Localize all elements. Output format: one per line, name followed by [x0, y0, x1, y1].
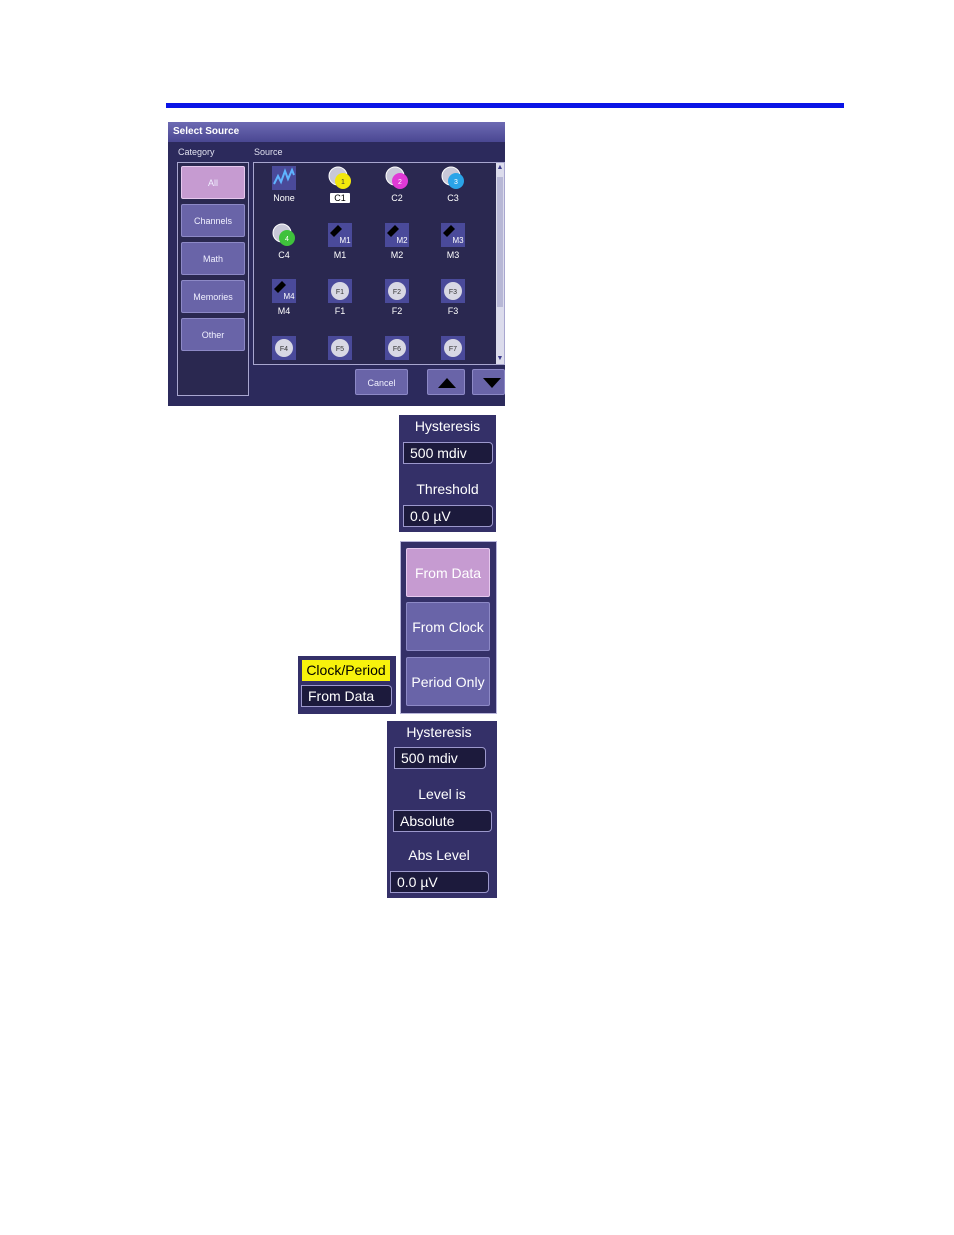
abs-level-label: Abs Level [408, 847, 470, 863]
hysteresis-field[interactable]: 500 mdiv [394, 747, 486, 769]
category-channels-button[interactable]: Channels [181, 204, 245, 237]
source-scrollbar[interactable]: ▲ ▼ [496, 163, 504, 364]
source-f7[interactable]: F7 [429, 334, 477, 364]
header-rule [166, 103, 844, 108]
memory-icon: M1 [328, 223, 352, 247]
source-c1[interactable]: 1 C1 [316, 164, 364, 208]
source-f1[interactable]: F1 F1 [316, 277, 364, 321]
dialog-title: Select Source [168, 122, 505, 142]
waveform-icon [272, 166, 296, 190]
source-m3[interactable]: M3 M3 [429, 221, 477, 265]
source-label: Source [254, 147, 283, 157]
svg-text:M3: M3 [452, 236, 464, 245]
hysteresis-field[interactable]: 500 mdiv [403, 442, 493, 464]
function-icon: F1 [328, 279, 352, 303]
clock-period-panel: Clock/Period From Data [298, 656, 396, 714]
page-down-button[interactable] [472, 369, 505, 395]
svg-text:F6: F6 [393, 346, 401, 353]
hysteresis-threshold-panel: Hysteresis 500 mdiv Threshold 0.0 µV [399, 415, 496, 532]
threshold-label: Threshold [416, 481, 479, 497]
source-c4[interactable]: 4 C4 [260, 221, 308, 265]
category-all-button[interactable]: All [181, 166, 245, 199]
hysteresis-label: Hysteresis [406, 724, 472, 740]
cancel-button[interactable]: Cancel [355, 369, 408, 395]
source-m1[interactable]: M1 M1 [316, 221, 364, 265]
level-is-label: Level is [418, 786, 466, 802]
source-m2[interactable]: M2 M2 [373, 221, 421, 265]
category-memories-button[interactable]: Memories [181, 280, 245, 313]
clock-period-label: Clock/Period [302, 660, 390, 681]
svg-text:F1: F1 [336, 289, 344, 296]
source-none[interactable]: None [260, 164, 308, 208]
channel-probe-icon: 3 [441, 166, 464, 189]
source-c3[interactable]: 3 C3 [429, 164, 477, 208]
channel-probe-icon: 1 [328, 166, 351, 189]
source-f5[interactable]: F5 [316, 334, 364, 364]
abs-level-field[interactable]: 0.0 µV [390, 871, 489, 893]
memory-icon: M2 [385, 223, 409, 247]
svg-text:1: 1 [341, 179, 345, 186]
function-icon: F5 [328, 336, 352, 360]
svg-text:3: 3 [454, 179, 458, 186]
svg-text:M2: M2 [396, 236, 408, 245]
source-f6[interactable]: F6 [373, 334, 421, 364]
svg-text:2: 2 [398, 179, 402, 186]
scroll-down-icon[interactable]: ▼ [496, 354, 504, 364]
from-clock-button[interactable]: From Clock [406, 602, 490, 651]
category-math-button[interactable]: Math [181, 242, 245, 275]
svg-text:M4: M4 [283, 292, 295, 301]
svg-text:F5: F5 [336, 346, 344, 353]
source-c2[interactable]: 2 C2 [373, 164, 421, 208]
function-icon: F2 [385, 279, 409, 303]
hysteresis-level-panel: Hysteresis 500 mdiv Level is Absolute Ab… [387, 721, 497, 898]
arrow-up-icon [438, 378, 456, 388]
svg-text:F7: F7 [449, 346, 457, 353]
source-f4[interactable]: F4 [260, 334, 308, 364]
category-other-button[interactable]: Other [181, 318, 245, 351]
category-label: Category [178, 147, 215, 157]
category-list: All Channels Math Memories Other [177, 162, 249, 396]
svg-text:F2: F2 [393, 289, 401, 296]
function-icon: F4 [272, 336, 296, 360]
level-is-field[interactable]: Absolute [393, 810, 492, 832]
from-data-button[interactable]: From Data [406, 548, 490, 597]
hysteresis-label: Hysteresis [414, 418, 481, 434]
channel-probe-icon: 4 [272, 223, 295, 246]
svg-text:4: 4 [285, 236, 289, 243]
clock-period-field[interactable]: From Data [301, 685, 392, 707]
source-f3[interactable]: F3 F3 [429, 277, 477, 321]
scroll-up-icon[interactable]: ▲ [496, 163, 504, 173]
source-m4[interactable]: M4 M4 [260, 277, 308, 321]
memory-icon: M4 [272, 279, 296, 303]
scroll-thumb[interactable] [497, 177, 503, 307]
memory-icon: M3 [441, 223, 465, 247]
period-only-button[interactable]: Period Only [406, 657, 490, 706]
svg-text:F3: F3 [449, 289, 457, 296]
page-up-button[interactable] [427, 369, 465, 395]
mode-button-panel: From Data From Clock Period Only [400, 541, 497, 714]
source-grid: None 1 C1 2 C2 3 C3 4 C4 M1 M1 M2 M2 M3 … [253, 162, 505, 365]
channel-probe-icon: 2 [385, 166, 408, 189]
function-icon: F7 [441, 336, 465, 360]
svg-text:M1: M1 [339, 236, 351, 245]
svg-text:F4: F4 [280, 346, 288, 353]
arrow-down-icon [483, 378, 501, 388]
threshold-field[interactable]: 0.0 µV [403, 505, 493, 527]
select-source-dialog: Select Source Category Source All Channe… [168, 122, 505, 406]
function-icon: F6 [385, 336, 409, 360]
source-f2[interactable]: F2 F2 [373, 277, 421, 321]
function-icon: F3 [441, 279, 465, 303]
